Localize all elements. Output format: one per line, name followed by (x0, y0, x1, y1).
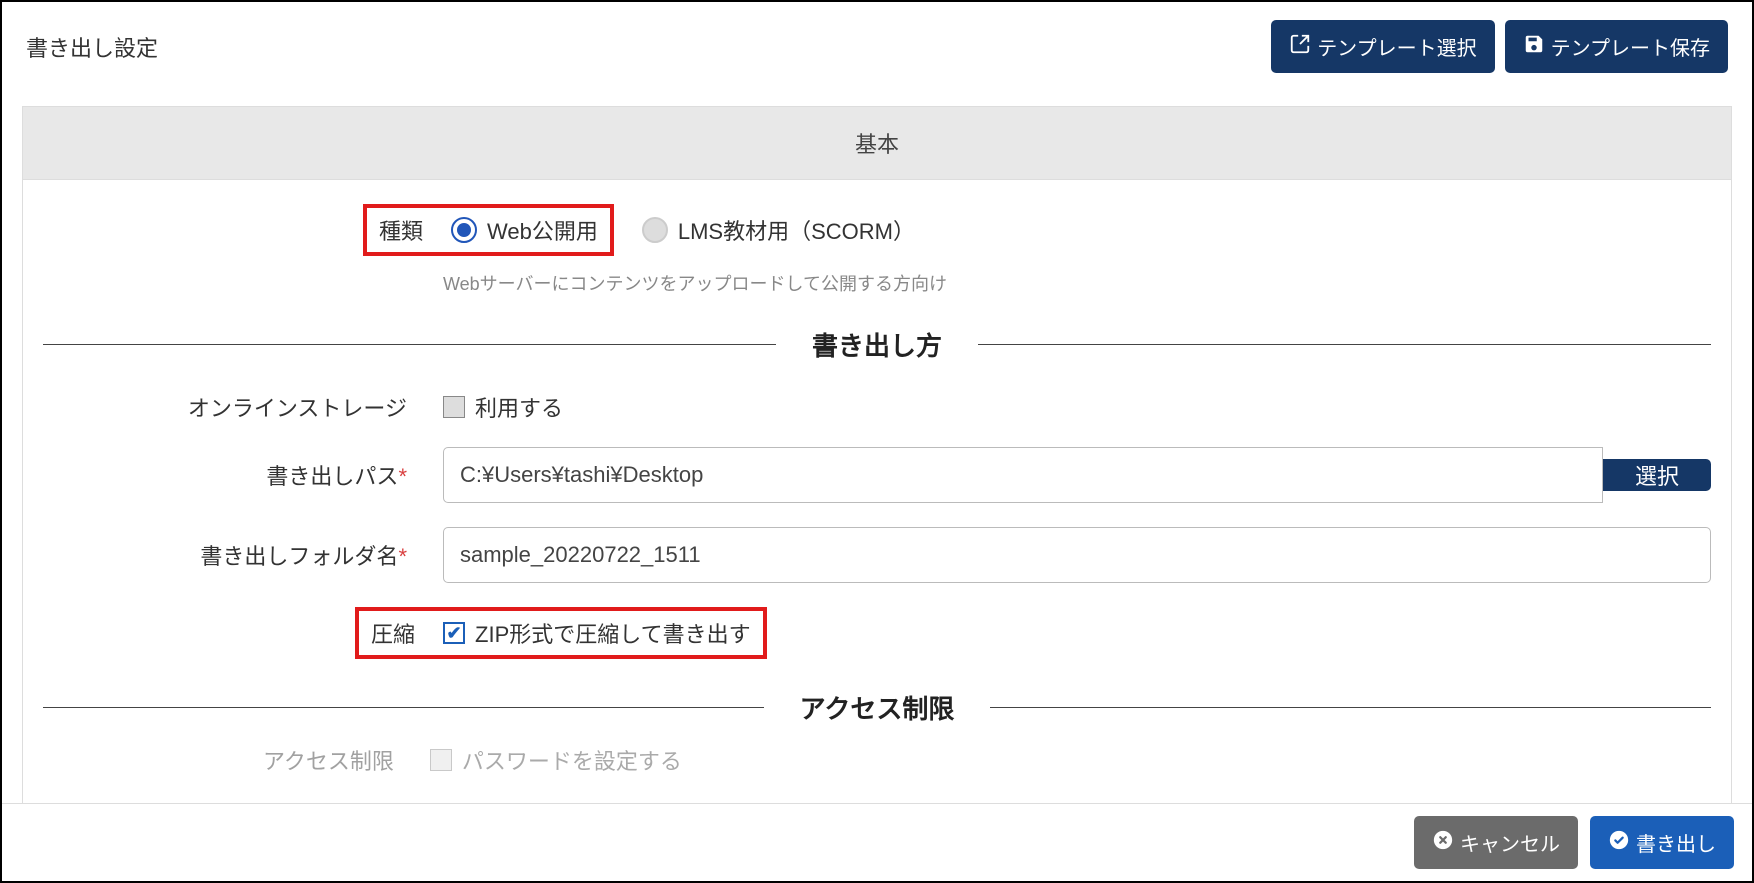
radio-lms-label: LMS教材用（SCORM） (678, 214, 915, 246)
access-checkbox-cutoff[interactable]: ✔ パスワードを設定する (430, 744, 682, 776)
import-icon (1289, 33, 1311, 61)
online-storage-checkbox-label: 利用する (475, 391, 563, 423)
compression-checkbox-label: ZIP形式で圧縮して書き出す (475, 617, 751, 649)
radio-circle-icon (451, 217, 477, 243)
online-storage-label: オンラインストレージ (43, 391, 443, 423)
type-hint: Webサーバーにコンテンツをアップロードして公開する方向け (443, 270, 1711, 296)
access-checkbox-label: パスワードを設定する (462, 744, 682, 776)
template-save-button[interactable]: テンプレート保存 (1505, 20, 1728, 73)
radio-lms[interactable]: LMS教材用（SCORM） (642, 214, 915, 246)
highlight-type: 種類 Web公開用 (363, 204, 614, 256)
template-select-button[interactable]: テンプレート選択 (1271, 20, 1494, 73)
divider-line (990, 707, 1711, 708)
cancel-label: キャンセル (1460, 828, 1560, 857)
section-basic-title: 基本 (22, 106, 1732, 180)
check-circle-icon (1608, 829, 1630, 857)
save-icon (1523, 33, 1545, 61)
export-method-title: 書き出し方 (776, 326, 978, 363)
export-settings-dialog: 書き出し設定 テンプレート選択 テンプレート保存 (0, 0, 1754, 883)
compression-label: 圧縮 (371, 617, 415, 649)
online-storage-checkbox[interactable]: ✔ 利用する (443, 391, 563, 423)
row-export-path: 書き出しパス* 選択 (43, 447, 1711, 503)
type-label: 種類 (379, 214, 423, 246)
export-button[interactable]: 書き出し (1590, 816, 1734, 869)
export-folder-input[interactable] (443, 527, 1711, 583)
template-save-label: テンプレート保存 (1551, 32, 1710, 61)
path-select-button[interactable]: 選択 (1603, 459, 1711, 491)
radio-web-label: Web公開用 (487, 214, 598, 246)
close-circle-icon (1432, 829, 1454, 857)
radio-web[interactable]: Web公開用 (451, 214, 598, 246)
row-access-cutoff: アクセス制限 ✔ パスワードを設定する (263, 744, 1711, 776)
row-export-folder: 書き出しフォルダ名* (43, 527, 1711, 583)
required-mark: * (398, 464, 407, 489)
divider-line (43, 707, 764, 708)
template-select-label: テンプレート選択 (1317, 32, 1476, 61)
dialog-content[interactable]: 基本 種類 Web公開用 LMS教材用（SCORM） Webサーバーにコンテンツ… (2, 92, 1752, 803)
cancel-button[interactable]: キャンセル (1414, 816, 1578, 869)
header-actions: テンプレート選択 テンプレート保存 (1271, 20, 1728, 73)
row-online-storage: オンラインストレージ ✔ 利用する (43, 391, 1711, 423)
divider-line (978, 344, 1711, 345)
compression-checkbox[interactable]: ✔ ZIP形式で圧縮して書き出す (443, 617, 751, 649)
export-path-input[interactable] (443, 447, 1603, 503)
radio-circle-icon (642, 217, 668, 243)
required-mark: * (398, 544, 407, 569)
export-path-label: 書き出しパス* (43, 459, 443, 491)
checkbox-icon: ✔ (443, 396, 465, 418)
checkbox-icon: ✔ (430, 749, 452, 771)
divider-access: アクセス制限 (43, 689, 1711, 726)
highlight-compression: 圧縮 ✔ ZIP形式で圧縮して書き出す (355, 607, 767, 659)
access-title: アクセス制限 (764, 689, 991, 726)
divider-line (43, 344, 776, 345)
checkbox-icon: ✔ (443, 622, 465, 644)
export-label: 書き出し (1636, 828, 1716, 857)
export-folder-label: 書き出しフォルダ名* (43, 539, 443, 571)
dialog-header: 書き出し設定 テンプレート選択 テンプレート保存 (2, 2, 1752, 92)
dialog-footer: キャンセル 書き出し (2, 803, 1752, 881)
form-body: 種類 Web公開用 LMS教材用（SCORM） Webサーバーにコンテンツをアッ… (22, 180, 1732, 803)
access-label-cutoff: アクセス制限 (263, 744, 394, 776)
row-compression: 圧縮 ✔ ZIP形式で圧縮して書き出す (43, 607, 1711, 659)
divider-export-method: 書き出し方 (43, 326, 1711, 363)
row-type: 種類 Web公開用 LMS教材用（SCORM） (43, 204, 1711, 256)
dialog-title: 書き出し設定 (26, 31, 1271, 63)
